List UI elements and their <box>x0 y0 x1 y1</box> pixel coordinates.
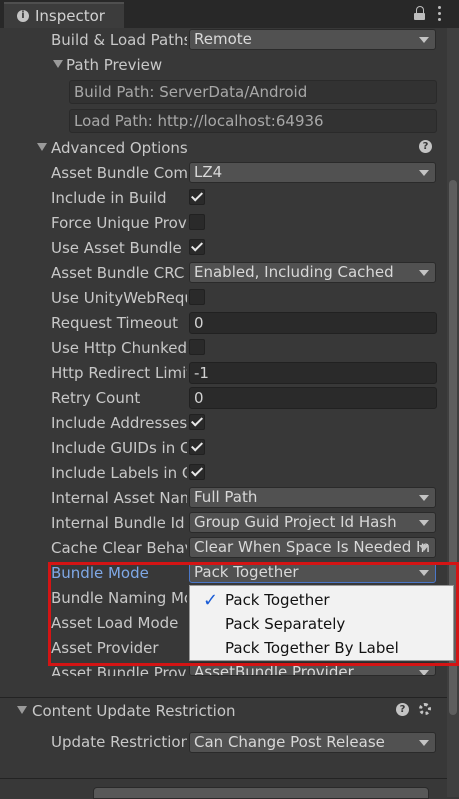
gear-icon[interactable] <box>419 703 431 715</box>
use-http-chunked-checkbox[interactable] <box>189 339 205 355</box>
internal-asset-naming-label: Internal Asset Naming <box>51 489 187 507</box>
path-preview-label[interactable]: Path Preview <box>66 54 216 76</box>
advanced-options-label[interactable]: Advanced Options <box>51 137 251 159</box>
section-divider <box>0 697 459 698</box>
use-http-chunked-label: Use Http Chunked <box>51 339 187 357</box>
content-update-foldout-icon[interactable] <box>17 706 27 714</box>
info-icon: i <box>17 10 29 22</box>
http-redirect-limit-label: Http Redirect Limit <box>51 364 187 382</box>
cache-clear-behavior-dropdown[interactable]: Clear When Space Is Needed In Cache <box>189 537 436 558</box>
highlight-box <box>48 562 459 666</box>
update-restriction-dropdown[interactable]: Can Change Post Release <box>189 732 436 753</box>
use-asset-bundle-cache-checkbox[interactable] <box>189 239 205 255</box>
update-restriction-label: Update Restriction <box>51 733 187 751</box>
use-asset-bundle-cache-label: Use Asset Bundle Cache <box>51 239 187 257</box>
section-divider <box>0 778 459 779</box>
help-icon[interactable]: ? <box>419 140 432 153</box>
include-labels-checkbox[interactable] <box>189 464 205 480</box>
internal-bundle-id-dropdown[interactable]: Group Guid Project Id Hash <box>189 512 436 533</box>
internal-asset-naming-dropdown[interactable]: Full Path <box>189 487 436 508</box>
lock-icon[interactable] <box>414 6 426 20</box>
include-addresses-label: Include Addresses <box>51 414 187 432</box>
help-icon[interactable]: ? <box>396 703 409 716</box>
request-timeout-label: Request Timeout <box>51 314 178 332</box>
build-path-field: Build Path: ServerData/Android <box>69 80 437 104</box>
internal-bundle-id-label: Internal Bundle Id Mode <box>51 514 187 532</box>
force-unique-provider-label: Force Unique Provider <box>51 214 187 232</box>
asset-bundle-crc-label: Asset Bundle CRC <box>51 264 185 282</box>
window-tab-bar: i Inspector <box>0 0 459 28</box>
use-unitywebrequest-checkbox[interactable] <box>189 289 205 305</box>
load-path-field: Load Path: http://localhost:64936 <box>69 109 437 133</box>
include-addresses-checkbox[interactable] <box>189 414 205 430</box>
path-preview-foldout-icon[interactable] <box>53 60 63 68</box>
include-in-build-checkbox[interactable] <box>189 189 205 205</box>
build-load-paths-dropdown[interactable]: Remote <box>189 29 436 50</box>
request-timeout-input[interactable]: 0 <box>189 312 437 334</box>
asset-bundle-compression-dropdown[interactable]: LZ4 <box>189 162 436 183</box>
include-labels-label: Include Labels in Catalog <box>51 464 187 482</box>
vertical-scrollbar[interactable] <box>447 28 459 797</box>
retry-count-label: Retry Count <box>51 389 141 407</box>
kebab-menu-icon[interactable] <box>437 5 443 23</box>
asset-bundle-compression-label: Asset Bundle Compression <box>51 164 187 182</box>
cache-clear-behavior-label: Cache Clear Behavior <box>51 539 187 557</box>
build-load-paths-label: Build & Load Paths <box>51 31 187 49</box>
inspector-tab[interactable]: i Inspector <box>4 2 124 28</box>
tab-title: Inspector <box>35 7 105 25</box>
force-unique-provider-checkbox[interactable] <box>189 214 205 230</box>
include-in-build-label: Include in Build <box>51 189 167 207</box>
http-redirect-limit-input[interactable]: -1 <box>189 362 437 384</box>
content-update-header[interactable]: Content Update Restriction <box>32 700 332 722</box>
include-guids-label: Include GUIDs in Catalog <box>51 439 187 457</box>
include-guids-checkbox[interactable] <box>189 439 205 455</box>
use-unitywebrequest-label: Use UnityWebRequest <box>51 289 187 307</box>
bottom-button[interactable] <box>93 787 429 799</box>
retry-count-input[interactable]: 0 <box>189 387 437 409</box>
advanced-options-foldout-icon[interactable] <box>37 143 47 151</box>
asset-bundle-crc-dropdown[interactable]: Enabled, Including Cached <box>189 262 436 283</box>
